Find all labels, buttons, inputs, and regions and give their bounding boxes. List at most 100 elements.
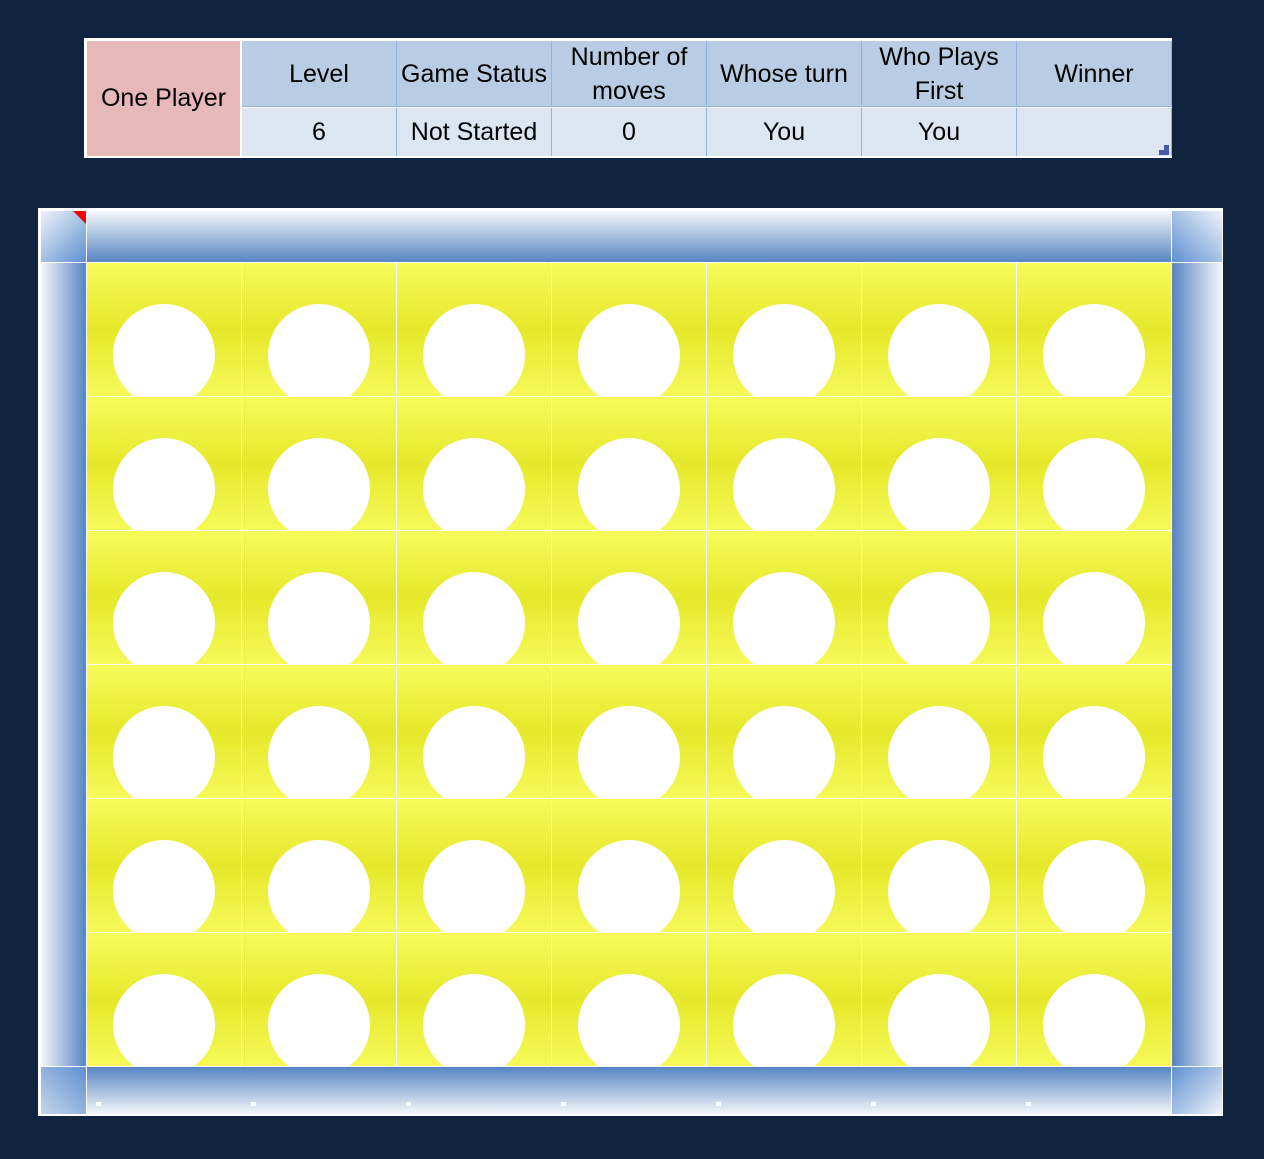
hole-empty bbox=[113, 572, 215, 664]
hole-empty bbox=[268, 706, 370, 798]
board-cell-r2-c3[interactable] bbox=[397, 397, 551, 530]
hole-empty bbox=[268, 840, 370, 932]
board-bottom-frame bbox=[87, 1067, 1171, 1114]
board-cell-r1-c6[interactable] bbox=[862, 263, 1016, 396]
header-winner: Winner bbox=[1017, 41, 1172, 107]
hole-empty bbox=[888, 572, 990, 664]
hole-empty bbox=[1043, 572, 1145, 664]
board-corner-bottom-right bbox=[1172, 1067, 1222, 1114]
board-cell-r4-c1[interactable] bbox=[87, 665, 241, 798]
column-drop-button-7[interactable] bbox=[1026, 1102, 1031, 1106]
board-cell-r6-c1[interactable] bbox=[87, 933, 241, 1066]
board-cell-r1-c7[interactable] bbox=[1017, 263, 1171, 396]
board-cell-r2-c1[interactable] bbox=[87, 397, 241, 530]
board-cell-r5-c6[interactable] bbox=[862, 799, 1016, 932]
header-level: Level bbox=[242, 41, 397, 107]
board-cell-r3-c1[interactable] bbox=[87, 531, 241, 664]
column-drop-button-3[interactable] bbox=[406, 1102, 411, 1106]
hole-empty bbox=[423, 304, 525, 396]
hole-empty bbox=[113, 840, 215, 932]
board-cell-r1-c4[interactable] bbox=[552, 263, 706, 396]
hole-empty bbox=[733, 572, 835, 664]
board-cell-r2-c7[interactable] bbox=[1017, 397, 1171, 530]
board-cell-r4-c7[interactable] bbox=[1017, 665, 1171, 798]
hole-empty bbox=[888, 974, 990, 1066]
board-cell-r1-c1[interactable] bbox=[87, 263, 241, 396]
board-cell-r6-c3[interactable] bbox=[397, 933, 551, 1066]
hole-empty bbox=[113, 438, 215, 530]
hole-empty bbox=[733, 304, 835, 396]
board-cell-r3-c4[interactable] bbox=[552, 531, 706, 664]
board-cell-r6-c6[interactable] bbox=[862, 933, 1016, 1066]
hole-empty bbox=[888, 438, 990, 530]
board-cell-r4-c6[interactable] bbox=[862, 665, 1016, 798]
column-drop-button-6[interactable] bbox=[871, 1102, 876, 1106]
board-cell-r6-c7[interactable] bbox=[1017, 933, 1171, 1066]
board-cell-r3-c7[interactable] bbox=[1017, 531, 1171, 664]
board-cell-r4-c4[interactable] bbox=[552, 665, 706, 798]
board-cell-r6-c4[interactable] bbox=[552, 933, 706, 1066]
board-cell-r6-c2[interactable] bbox=[242, 933, 396, 1066]
header-who-plays-first: Who Plays First bbox=[862, 41, 1017, 107]
hole-empty bbox=[1043, 304, 1145, 396]
board-cell-r1-c3[interactable] bbox=[397, 263, 551, 396]
hole-empty bbox=[423, 974, 525, 1066]
value-winner[interactable] bbox=[1017, 108, 1172, 156]
hole-empty bbox=[423, 572, 525, 664]
mode-label[interactable]: One Player bbox=[87, 41, 240, 156]
board-cell-r5-c7[interactable] bbox=[1017, 799, 1171, 932]
board-cell-r3-c3[interactable] bbox=[397, 531, 551, 664]
hole-empty bbox=[113, 974, 215, 1066]
hole-empty bbox=[578, 974, 680, 1066]
board-cell-r5-c4[interactable] bbox=[552, 799, 706, 932]
hole-empty bbox=[113, 304, 215, 396]
column-drop-button-1[interactable] bbox=[96, 1102, 101, 1106]
hole-empty bbox=[578, 438, 680, 530]
hole-empty bbox=[1043, 706, 1145, 798]
header-whose-turn: Whose turn bbox=[707, 41, 862, 107]
comment-indicator-icon[interactable] bbox=[73, 211, 86, 224]
board-cell-r2-c2[interactable] bbox=[242, 397, 396, 530]
hole-empty bbox=[113, 706, 215, 798]
header-number-of-moves: Number of moves bbox=[552, 41, 707, 107]
hole-empty bbox=[578, 706, 680, 798]
value-who-plays-first[interactable]: You bbox=[862, 108, 1017, 156]
hole-empty bbox=[888, 840, 990, 932]
board-cell-r1-c2[interactable] bbox=[242, 263, 396, 396]
column-drop-button-4[interactable] bbox=[561, 1102, 566, 1106]
hole-empty bbox=[1043, 438, 1145, 530]
column-drop-button-2[interactable] bbox=[251, 1102, 256, 1106]
board-cell-r6-c5[interactable] bbox=[707, 933, 861, 1066]
hole-empty bbox=[268, 304, 370, 396]
hole-empty bbox=[423, 706, 525, 798]
board-cell-r5-c1[interactable] bbox=[87, 799, 241, 932]
board-corner-bottom-left bbox=[41, 1067, 86, 1114]
value-whose-turn[interactable]: You bbox=[707, 108, 862, 156]
value-level[interactable]: 6 bbox=[242, 108, 397, 156]
board-cell-r2-c4[interactable] bbox=[552, 397, 706, 530]
board-cell-r2-c5[interactable] bbox=[707, 397, 861, 530]
hole-empty bbox=[888, 706, 990, 798]
hole-empty bbox=[733, 438, 835, 530]
header-game-status: Game Status bbox=[397, 41, 552, 107]
value-number-of-moves[interactable]: 0 bbox=[552, 108, 707, 156]
hole-empty bbox=[268, 572, 370, 664]
board-cell-r5-c5[interactable] bbox=[707, 799, 861, 932]
board-right-frame bbox=[1172, 263, 1222, 1066]
value-game-status[interactable]: Not Started bbox=[397, 108, 552, 156]
game-info-table: One Player Level 6 Game Status Not Started N… bbox=[84, 38, 1172, 158]
board-cell-r3-c6[interactable] bbox=[862, 531, 1016, 664]
board-cell-r5-c3[interactable] bbox=[397, 799, 551, 932]
board-cell-r1-c5[interactable] bbox=[707, 263, 861, 396]
board-cell-r3-c2[interactable] bbox=[242, 531, 396, 664]
board-cell-r5-c2[interactable] bbox=[242, 799, 396, 932]
board-cell-r3-c5[interactable] bbox=[707, 531, 861, 664]
board-cell-r2-c6[interactable] bbox=[862, 397, 1016, 530]
column-drop-button-5[interactable] bbox=[716, 1102, 721, 1106]
board-corner-top-right bbox=[1172, 211, 1222, 262]
hole-empty bbox=[733, 706, 835, 798]
board-cell-r4-c3[interactable] bbox=[397, 665, 551, 798]
hole-empty bbox=[423, 840, 525, 932]
board-cell-r4-c2[interactable] bbox=[242, 665, 396, 798]
board-cell-r4-c5[interactable] bbox=[707, 665, 861, 798]
